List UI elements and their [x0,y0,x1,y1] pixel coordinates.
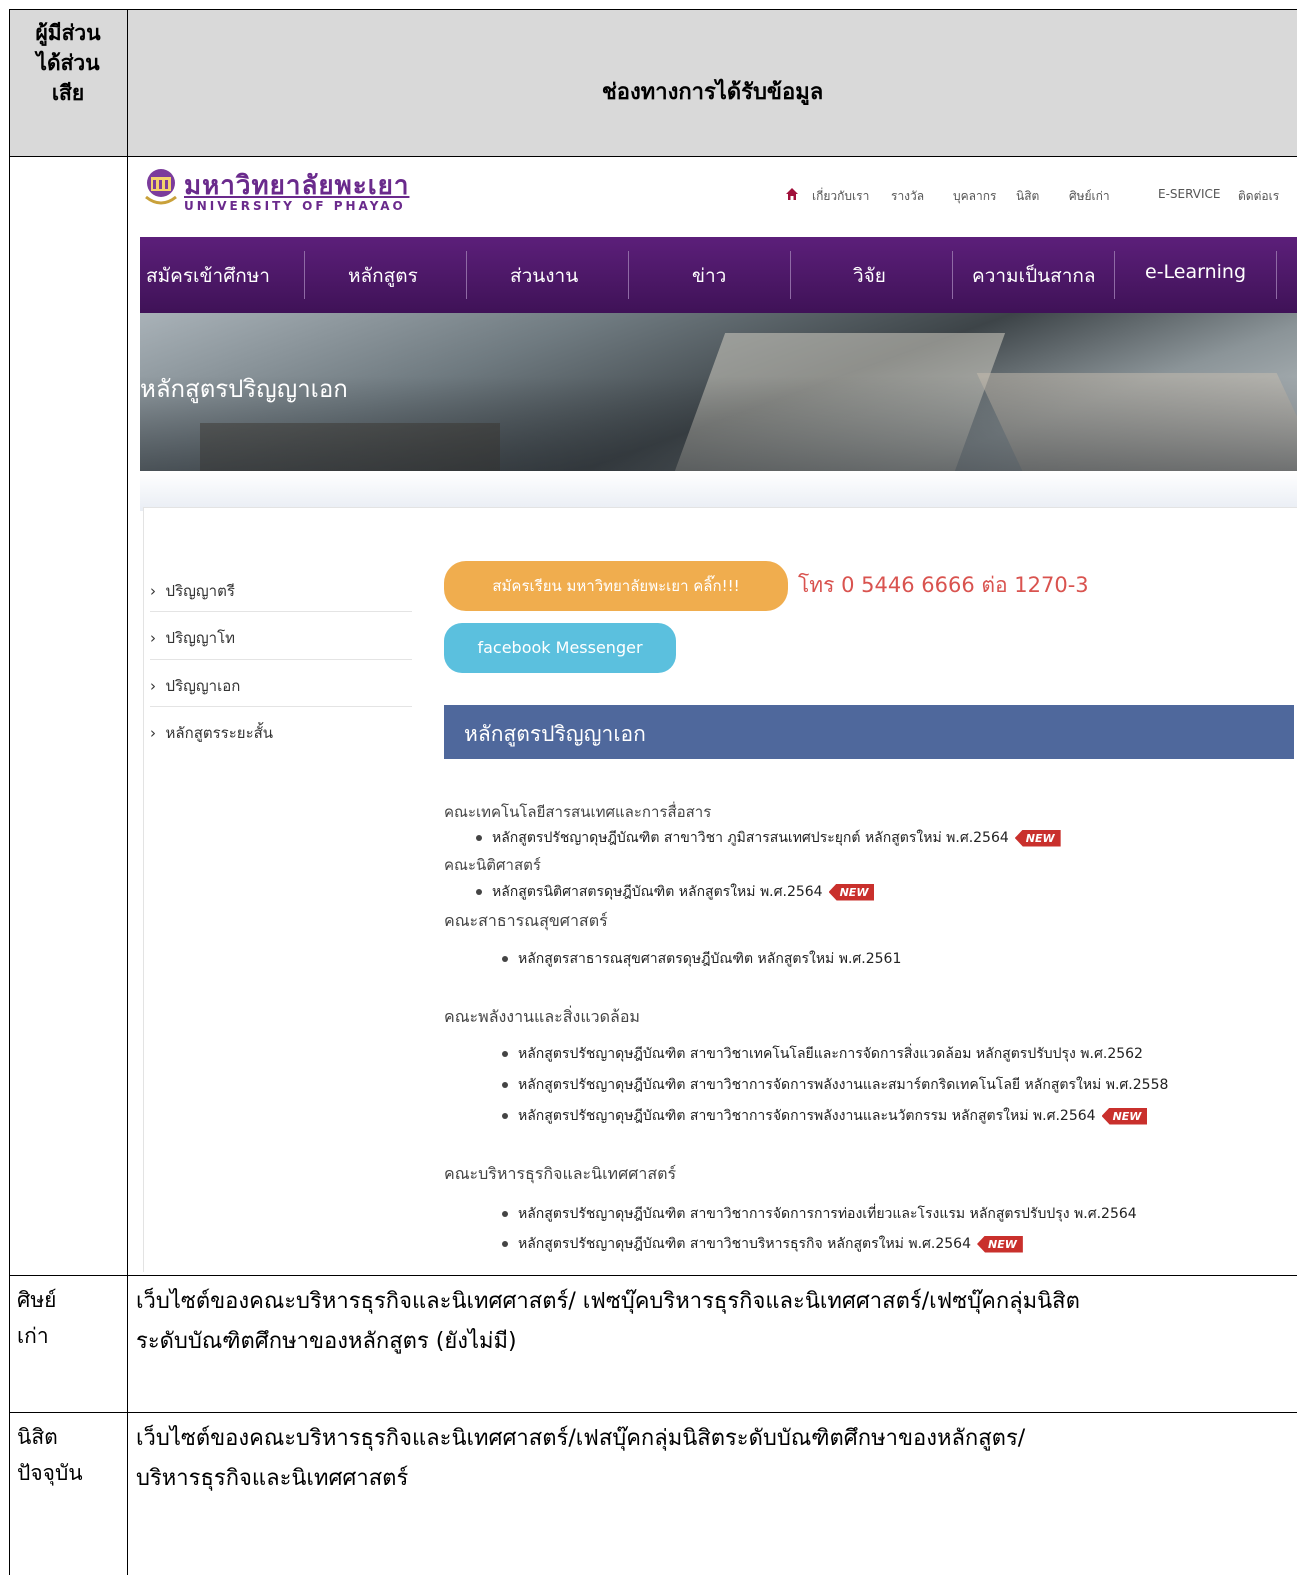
new-badge: NEW [1014,829,1061,847]
sidebar-item-label: หลักสูตรระยะสั้น [165,724,274,742]
topnav-students[interactable]: นิสิต [1016,187,1039,206]
nav-separator [952,251,953,299]
sidebar-item-label: ปริญญาเอก [165,677,241,695]
topnav-staff[interactable]: บุคลากร [953,187,996,206]
program-item[interactable]: หลักสูตรปรัชญาดุษฎีบัณฑิต สาขาวิชา ภูมิส… [476,827,1061,849]
program-item[interactable]: หลักสูตรปรัชญาดุษฎีบัณฑิต สาขาวิชาการจัด… [502,1074,1168,1096]
row-label-current-students: นิสิต ปัจจุบัน [10,1413,127,1491]
university-logo-english: UNIVERSITY OF PHAYAO [184,199,406,213]
header-stakeholder-line: เสีย [51,81,85,105]
header-stakeholder-line: ผู้มีส่วน [35,21,101,45]
row-text-alumni: เว็บไซต์ของคณะบริหารธุรกิจและนิเทศศาสตร์… [128,1276,1297,1362]
program-item[interactable]: หลักสูตรสาธารณสุขศาสตรดุษฎีบัณฑิต หลักสู… [502,948,901,970]
topnav-alumni[interactable]: ศิษย์เก่า [1069,187,1110,206]
topnav-awards[interactable]: รางวัล [891,187,924,206]
nav-admission[interactable]: สมัครเข้าศึกษา [146,261,270,291]
new-badge: NEW [828,883,875,901]
faculty-name: คณะนิติศาสตร์ [444,856,541,874]
faculty-name: คณะสาธารณสุขศาสตร์ [444,911,608,930]
program-item[interactable]: หลักสูตรปรัชญาดุษฎีบัณฑิต สาขาวิชาการจัด… [502,1203,1137,1225]
faculty-name: คณะพลังงานและสิ่งแวดล้อม [444,1007,640,1026]
nav-separator [1114,251,1115,299]
apply-button[interactable]: สมัครเรียน มหาวิทยาลัยพะเยา คลิ๊ก!!! [444,561,788,611]
program-label: หลักสูตรปรัชญาดุษฎีบัณฑิต สาขาวิชาการจัด… [518,1206,1137,1222]
program-label: หลักสูตรปรัชญาดุษฎีบัณฑิต สาขาวิชาการจัด… [518,1077,1169,1093]
program-label: หลักสูตรปรัชญาดุษฎีบัณฑิต สาขาวิชา ภูมิส… [492,830,1009,846]
phone-number: โทร 0 5446 6666 ต่อ 1270-3 [798,573,1089,597]
university-logo-icon [145,169,177,205]
header-stakeholder-line: ได้ส่วน [36,51,100,75]
facebook-messenger-button[interactable]: facebook Messenger [444,623,676,673]
sidebar-item-doctoral[interactable]: › ปริญญาเอก [150,674,240,698]
header-stakeholder: ผู้มีส่วน ได้ส่วน เสีย [9,18,127,108]
sidebar-divider [150,659,412,660]
new-badge: NEW [977,1235,1023,1253]
row-text-line: ระดับบัณฑิตศึกษาของหลักสูตร (ยังไม่มี) [136,1329,517,1354]
sidebar-item-short-course[interactable]: › หลักสูตรระยะสั้น [150,721,273,745]
program-label: หลักสูตรปรัชญาดุษฎีบัณฑิต สาขาวิชาการจัด… [518,1108,1096,1124]
nav-elearning[interactable]: e-Learning [1145,261,1246,283]
nav-separator [466,251,467,299]
home-icon[interactable] [785,187,799,201]
section-title: หลักสูตรปริญญาเอก [464,722,646,746]
table-border-top [9,9,1297,10]
sidebar-item-label: ปริญญาโท [165,629,236,647]
header-channel: ช่องทางการได้รับข้อมูล [601,80,824,105]
site-topbar: มหาวิทยาลัยพะเยา UNIVERSITY OF PHAYAO เก… [140,157,1297,237]
program-label: หลักสูตรสาธารณสุขศาสตรดุษฎีบัณฑิต หลักสู… [518,951,902,967]
row-text-line: เว็บไซต์ของคณะบริหารธุรกิจและนิเทศศาสตร์… [136,1289,1080,1314]
topnav-about[interactable]: เกี่ยวกับเรา [812,187,869,206]
nav-research[interactable]: วิจัย [853,261,886,291]
faculty-name: คณะเทคโนโลยีสารสนเทศและการสื่อสาร [444,803,712,821]
row-label-line: ปัจจุบัน [17,1461,83,1485]
nav-separator [304,251,305,299]
sidebar-item-master[interactable]: › ปริญญาโท [150,626,235,650]
row-text-line: บริหารธุรกิจและนิเทศศาสตร์ [136,1466,409,1491]
program-item[interactable]: หลักสูตรปรัชญาดุษฎีบัณฑิต สาขาวิชาบริหาร… [502,1233,1023,1255]
sidebar-divider [150,706,412,707]
nav-separator [790,251,791,299]
nav-separator [628,251,629,299]
row-label-line: ศิษย์ [17,1288,57,1312]
nav-separator [1276,251,1277,299]
nav-curriculum[interactable]: หลักสูตร [348,261,418,291]
nav-units[interactable]: ส่วนงาน [510,261,578,291]
program-label: หลักสูตรปรัชญาดุษฎีบัณฑิต สาขาวิชาบริหาร… [518,1236,971,1252]
program-label: หลักสูตรปรัชญาดุษฎีบัณฑิต สาขาวิชาเทคโนโ… [518,1046,1143,1062]
row-label-alumni: ศิษย์ เก่า [10,1276,127,1354]
sidebar-item-label: ปริญญาตรี [165,582,235,600]
nav-international[interactable]: ความเป็นสากล [972,261,1096,291]
topnav-contact[interactable]: ติดต่อเร [1238,187,1279,206]
banner-shadow [140,471,1297,511]
program-item[interactable]: หลักสูตรนิติศาสตรดุษฎีบัณฑิต หลักสูตรใหม… [476,881,875,903]
new-badge: NEW [1101,1107,1148,1125]
sidebar-item-bachelor[interactable]: › ปริญญาตรี [150,579,235,603]
row-text-line: เว็บไซต์ของคณะบริหารธุรกิจและนิเทศศาสตร์… [136,1426,1026,1451]
banner-title: หลักสูตรปริญญาเอก [140,375,348,403]
row-label-line: เก่า [17,1324,49,1348]
website-screenshot: มหาวิทยาลัยพะเยา UNIVERSITY OF PHAYAO เก… [140,157,1297,1272]
topnav-eservice[interactable]: E-SERVICE [1158,187,1221,201]
program-item[interactable]: หลักสูตรปรัชญาดุษฎีบัณฑิต สาขาวิชาเทคโนโ… [502,1043,1143,1065]
faculty-name: คณะบริหารธุรกิจและนิเทศศาสตร์ [444,1164,677,1183]
row-text-current-students: เว็บไซต์ของคณะบริหารธุรกิจและนิเทศศาสตร์… [128,1413,1297,1499]
program-item[interactable]: หลักสูตรปรัชญาดุษฎีบัณฑิต สาขาวิชาการจัด… [502,1105,1148,1127]
nav-news[interactable]: ข่าว [692,261,726,291]
row-label-line: นิสิต [17,1425,58,1449]
sidebar-divider [150,611,412,612]
program-label: หลักสูตรนิติศาสตรดุษฎีบัณฑิต หลักสูตรใหม… [492,884,823,900]
